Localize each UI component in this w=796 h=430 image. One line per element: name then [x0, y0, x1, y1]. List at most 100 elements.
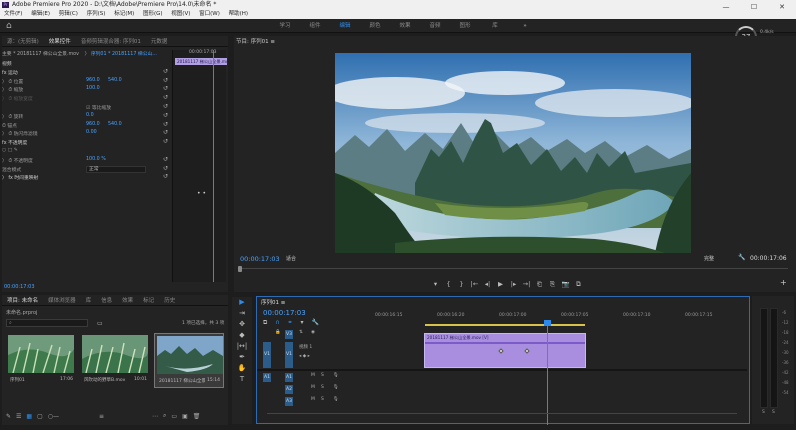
eye-icon[interactable]: ◉ — [311, 330, 315, 335]
menu-markers[interactable]: 标记(M) — [114, 11, 134, 17]
type-tool-icon[interactable]: T — [232, 374, 252, 385]
tab-audio-clip-mixer[interactable]: 音频剪辑混合器: 序列01 — [76, 37, 146, 45]
sequence-clip-label[interactable]: 序列01 * 20181117 梯公山... — [91, 52, 157, 57]
timeline-vertical-scrollbar[interactable] — [741, 329, 746, 409]
workspace-assembly[interactable]: 组件 — [300, 19, 330, 33]
track-select-tool-icon[interactable]: ⇥ — [232, 308, 252, 319]
ripple-edit-tool-icon[interactable]: ✥ — [232, 319, 252, 330]
program-scrub-bar[interactable] — [238, 266, 788, 272]
workspace-learn[interactable]: 学习 — [270, 19, 300, 33]
solo-right-button[interactable]: S — [772, 410, 775, 415]
track-target-v3[interactable]: V3 — [285, 330, 293, 339]
source-patch-v1[interactable]: V1 — [263, 342, 271, 368]
program-timecode[interactable]: 00:00:17:03 — [240, 255, 280, 263]
mute-button[interactable]: M — [311, 373, 315, 378]
solo-button[interactable]: S — [321, 373, 324, 378]
program-monitor-title[interactable]: 节目: 序列01 ≡ — [236, 37, 275, 45]
tab-effects[interactable]: 效果 — [117, 296, 138, 304]
project-item[interactable]: 序列01 17:06 — [6, 333, 76, 388]
menu-sequence[interactable]: 序列(S) — [87, 11, 106, 17]
property-value[interactable]: 0.00 — [86, 130, 97, 135]
menu-window[interactable]: 窗口(W) — [199, 11, 220, 17]
track-target-a2[interactable]: A2 — [285, 385, 293, 394]
reset-icon[interactable]: ↺ — [163, 68, 168, 75]
reset-icon[interactable]: ↺ — [163, 121, 168, 128]
add-marker-icon[interactable]: ▾ — [429, 279, 442, 289]
mic-icon[interactable]: 🎙 — [333, 397, 339, 402]
effect-row[interactable]: 〉 ⏱ 缩放 100.0 ↺ — [2, 85, 172, 95]
effect-row[interactable]: 〉 ⏱ 缩放宽度 ↺ — [2, 94, 172, 104]
slip-tool-icon[interactable]: |↔| — [232, 341, 252, 352]
effect-row[interactable]: 〉 ⏱ 旋转 0.0 ↺ — [2, 112, 172, 122]
trash-icon[interactable]: 🗑 — [193, 413, 201, 420]
reset-icon[interactable]: ↺ — [163, 138, 168, 145]
solo-left-button[interactable]: S — [762, 410, 765, 415]
workspace-libraries[interactable]: 库 — [480, 19, 510, 33]
effect-row[interactable]: 〉 ⏱ 不透明度 100.0 % ↺ — [2, 156, 172, 166]
solo-button[interactable]: S — [321, 397, 324, 402]
timeline-horizontal-scrollbar[interactable] — [267, 413, 737, 418]
tab-info[interactable]: 信息 — [96, 296, 117, 304]
zoom-slider[interactable]: ○— — [48, 413, 59, 420]
effect-controls-timecode[interactable]: 00:00:17:03 — [4, 284, 35, 290]
pen-tool-icon[interactable]: ✒ — [232, 352, 252, 363]
blend-mode-dropdown[interactable]: 正常 — [86, 165, 146, 173]
mic-icon[interactable]: 🎙 — [333, 373, 339, 378]
mute-button[interactable]: M — [311, 397, 315, 402]
new-item-icon[interactable]: ▣ — [182, 413, 188, 420]
go-to-out-icon[interactable]: →| — [520, 279, 533, 289]
clip-rubber-band[interactable] — [425, 342, 585, 344]
reset-icon[interactable]: ↺ — [163, 173, 168, 180]
tab-source[interactable]: 源：(无剪辑) — [2, 37, 44, 45]
find-icon[interactable]: ⌕ — [163, 412, 166, 420]
project-item[interactable]: 风吹动的野草B.mov 10:01 — [80, 333, 150, 388]
keyframe-marker[interactable] — [498, 348, 504, 354]
lock-icon[interactable]: 🔒 — [275, 330, 281, 335]
mini-playhead[interactable] — [213, 50, 214, 282]
mute-button[interactable]: M — [311, 385, 315, 390]
effect-row[interactable]: fx 运动 ↺ — [2, 68, 172, 78]
playhead-line[interactable] — [547, 321, 548, 425]
project-item-selected[interactable]: 20181117 梯公山全景 15:14 — [154, 333, 224, 388]
menu-help[interactable]: 帮助(H) — [229, 11, 248, 17]
property-value[interactable]: 100.0 % — [86, 157, 106, 162]
reset-icon[interactable]: ↺ — [163, 156, 168, 163]
zoom-fit-dropdown[interactable]: 适合 — [286, 255, 296, 262]
video-audio-divider[interactable] — [257, 369, 747, 371]
comparison-view-icon[interactable]: ⧉ — [572, 279, 585, 289]
tab-markers[interactable]: 标记 — [138, 296, 159, 304]
video-clip[interactable]: 20181117 梯公山全景.mov [V] — [424, 333, 586, 368]
timeline-ruler[interactable]: 00:00:16:15 00:00:16:20 00:00:17:00 00:0… — [357, 311, 747, 323]
razor-tool-icon[interactable]: ◆ — [232, 330, 252, 341]
automate-icon[interactable]: ⋯ — [152, 413, 158, 420]
nest-icon[interactable]: ⧉ — [263, 319, 267, 326]
freeform-view-icon[interactable]: ▢ — [37, 413, 43, 420]
effect-row[interactable]: 〉 fx 时间重映射 ↺ — [2, 173, 172, 183]
wrench-icon[interactable]: 🔧 — [738, 254, 745, 261]
workspace-color[interactable]: 颜色 — [360, 19, 390, 33]
property-value[interactable]: 0.0 — [86, 113, 94, 118]
button-editor-add-icon[interactable]: + — [780, 278, 787, 287]
mark-in-icon[interactable]: { — [442, 279, 455, 289]
timeline-sequence-tab[interactable]: 序列01 ≡ — [261, 298, 285, 306]
track-target-a1[interactable]: A1 — [285, 373, 293, 382]
linked-selection-icon[interactable]: ⚭ — [288, 319, 293, 326]
add-marker-icon[interactable]: ▾ — [301, 319, 304, 326]
property-value[interactable]: 100.0 — [86, 86, 100, 91]
track-target-a3[interactable]: A3 — [285, 397, 293, 406]
effect-row[interactable]: 混合模式 正常 ↺ — [2, 165, 172, 175]
sync-icon[interactable]: ⇅ — [299, 330, 303, 335]
timeline-timecode[interactable]: 00:00:17:03 — [263, 309, 306, 317]
go-to-in-icon[interactable]: |← — [468, 279, 481, 289]
reset-icon[interactable]: ↺ — [163, 129, 168, 136]
reset-icon[interactable]: ↺ — [163, 85, 168, 92]
tab-project[interactable]: 项目: 未命名 — [2, 296, 43, 304]
camera-icon[interactable]: 📷 — [559, 279, 572, 289]
timeline-settings-icon[interactable]: 🔧 — [311, 319, 318, 326]
solo-button[interactable]: S — [321, 385, 324, 390]
mic-icon[interactable]: 🎙 — [333, 385, 339, 390]
play-icon[interactable]: ▶ — [494, 279, 507, 289]
keyframe-nav-icon[interactable]: ◂ ◆ ▸ — [299, 354, 310, 359]
project-search-input[interactable]: ⌕ — [6, 319, 88, 327]
menu-edit[interactable]: 编辑(E) — [31, 11, 50, 17]
